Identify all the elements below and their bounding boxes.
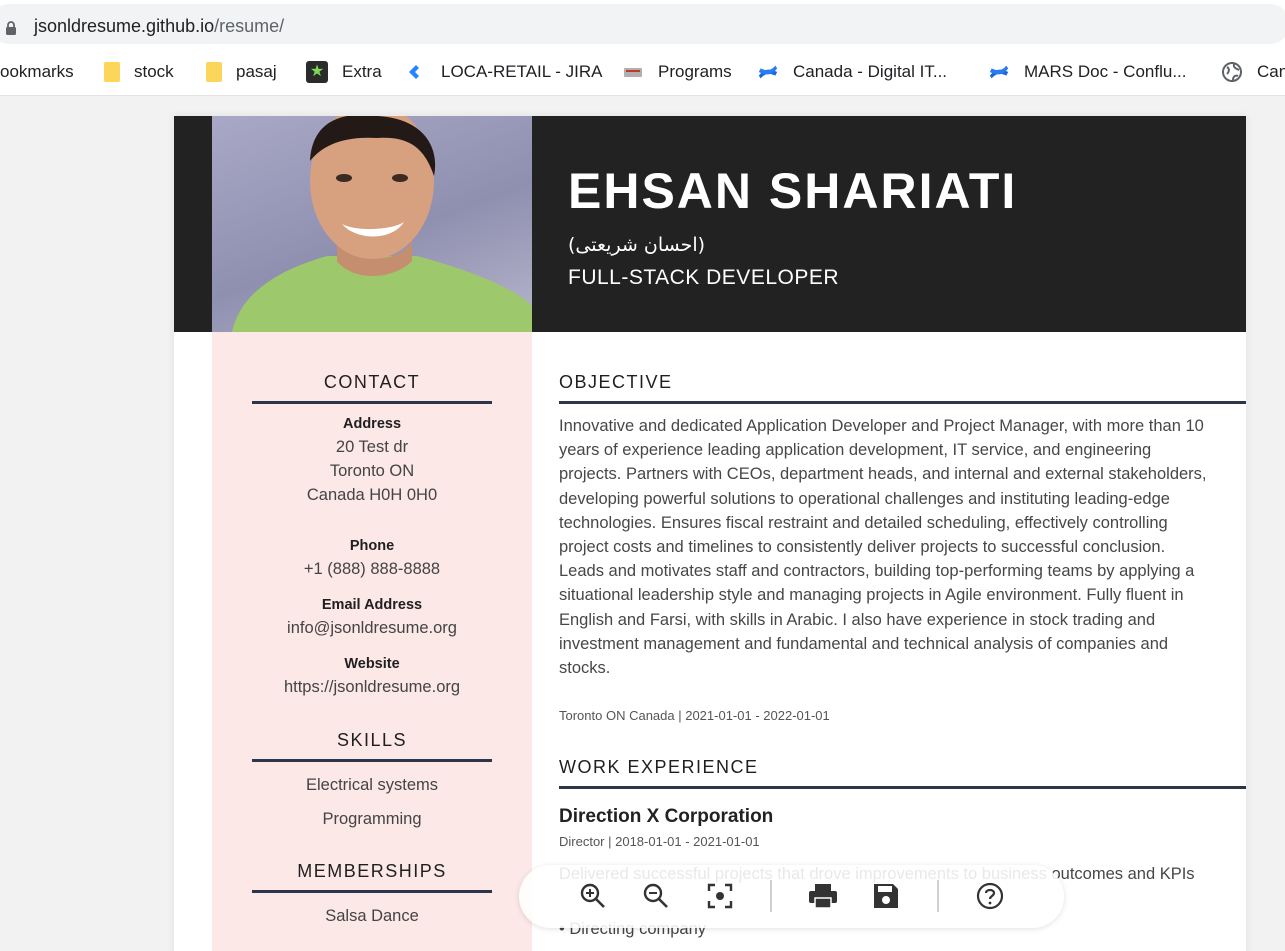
- email-label: Email Address: [321, 597, 423, 613]
- memberships-heading: MEMBERSHIPS: [252, 861, 492, 893]
- resume-alt-name: (احسان شریعتی): [568, 234, 706, 256]
- resume-document: EHSAN SHARIATI (احسان شریعتی) FULL-STACK…: [174, 116, 1246, 951]
- address-line3: Canada H0H 0H0: [306, 486, 438, 504]
- address-bar-area: jsonldresume.github.io/resume/: [0, 0, 1285, 48]
- url-text[interactable]: jsonldresume.github.io/resume/: [34, 16, 284, 37]
- skills-heading: SKILLS: [252, 730, 492, 762]
- skill-item: Electrical systems: [305, 776, 439, 794]
- membership-item: Salsa Dance: [325, 907, 419, 925]
- lock-icon[interactable]: [5, 20, 17, 36]
- bookmark-label: LOCA-RETAIL - JIRA: [441, 62, 603, 81]
- email-value[interactable]: info@jsonldresume.org: [212, 616, 532, 640]
- work-experience-heading: WORK EXPERIENCE: [559, 757, 1246, 789]
- page-viewport: EHSAN SHARIATI (احسان شریعتی) FULL-STACK…: [0, 97, 1285, 951]
- fit-screen-button[interactable]: [703, 879, 737, 913]
- address-line2: Toronto ON: [329, 462, 415, 480]
- floating-toolbar: [519, 865, 1064, 928]
- phone-label: Phone: [349, 538, 395, 554]
- bookmark-can[interactable]: Can: [1221, 60, 1285, 84]
- bookmark-label: stock: [134, 62, 174, 81]
- bookmark-label: pasaj: [236, 62, 277, 81]
- resume-job-title: FULL-STACK DEVELOPER: [568, 266, 840, 289]
- skill-item: Programming: [322, 810, 422, 828]
- profile-photo: [212, 116, 532, 332]
- bookmark-loca-retail-jira[interactable]: LOCA-RETAIL - JIRA: [405, 60, 603, 84]
- bookmark-all-bookmarks[interactable]: ookmarks: [0, 60, 74, 84]
- zoom-out-icon: [643, 883, 668, 908]
- work-meta: Director | 2018-01-01 - 2021-01-01: [559, 834, 760, 849]
- fit-screen-icon: [707, 883, 733, 909]
- bookmarks-bar: ookmarks stock pasaj ★ Extra LOCA-RETAIL…: [0, 48, 1285, 96]
- zoom-out-button[interactable]: [639, 879, 673, 913]
- folder-icon: [206, 62, 222, 82]
- globe-icon: [1222, 62, 1242, 82]
- resume-header: EHSAN SHARIATI (احسان شریعتی) FULL-STACK…: [174, 116, 1246, 332]
- url-path: /resume/: [214, 16, 285, 36]
- bookmark-label: ookmarks: [0, 62, 74, 81]
- save-button[interactable]: [869, 879, 903, 913]
- bookmark-pasaj[interactable]: pasaj: [206, 60, 277, 84]
- bookmark-label: MARS Doc - Conflu...: [1024, 62, 1187, 81]
- objective-heading: OBJECTIVE: [559, 372, 1246, 404]
- bookmark-label: Canada - Digital IT...: [793, 62, 948, 81]
- address-label: Address: [342, 416, 402, 432]
- website-label: Website: [344, 656, 400, 672]
- zoom-in-button[interactable]: [576, 879, 610, 913]
- zoom-in-icon: [580, 883, 605, 908]
- address-line1: 20 Test dr: [335, 438, 409, 456]
- bookmark-label: Programs: [658, 62, 732, 81]
- resume-name: EHSAN SHARIATI: [568, 163, 1018, 219]
- objective-text: Innovative and dedicated Application Dev…: [559, 417, 1207, 678]
- save-icon: [874, 884, 898, 908]
- bookmark-label: Extra: [342, 62, 382, 81]
- website-value[interactable]: https://jsonldresume.org: [212, 675, 532, 699]
- url-host: jsonldresume.github.io: [34, 16, 215, 36]
- bookmark-canada-digital-it[interactable]: Canada - Digital IT...: [757, 60, 947, 84]
- bookmark-extra[interactable]: ★ Extra: [306, 60, 382, 84]
- jira-icon: [409, 65, 423, 79]
- objective-meta: Toronto ON Canada | 2021-01-01 - 2022-01…: [559, 708, 830, 723]
- resume-sidebar: CONTACT Address 20 Test dr Toronto ON Ca…: [212, 332, 532, 951]
- folder-icon: [104, 62, 120, 82]
- work-organization: Direction X Corporation: [559, 806, 774, 827]
- help-button[interactable]: [973, 879, 1007, 913]
- star-icon: ★: [306, 61, 328, 83]
- bookmark-mars-doc[interactable]: MARS Doc - Conflu...: [988, 60, 1187, 84]
- toolbar-divider: [937, 880, 939, 912]
- confluence-icon: [758, 65, 778, 79]
- programs-icon: [624, 68, 642, 77]
- phone-value: +1 (888) 888-8888: [303, 560, 441, 578]
- address-bar[interactable]: jsonldresume.github.io/resume/: [0, 4, 1285, 44]
- print-icon: [809, 884, 837, 909]
- bookmark-stock[interactable]: stock: [104, 60, 174, 84]
- bookmark-programs[interactable]: Programs: [622, 60, 732, 84]
- profile-photo-image: [232, 116, 532, 332]
- confluence-icon: [989, 65, 1009, 79]
- print-button[interactable]: [806, 879, 840, 913]
- bookmark-label: Can: [1257, 62, 1285, 81]
- toolbar-divider: [770, 880, 772, 912]
- help-icon: [976, 882, 1004, 910]
- contact-heading: CONTACT: [252, 372, 492, 404]
